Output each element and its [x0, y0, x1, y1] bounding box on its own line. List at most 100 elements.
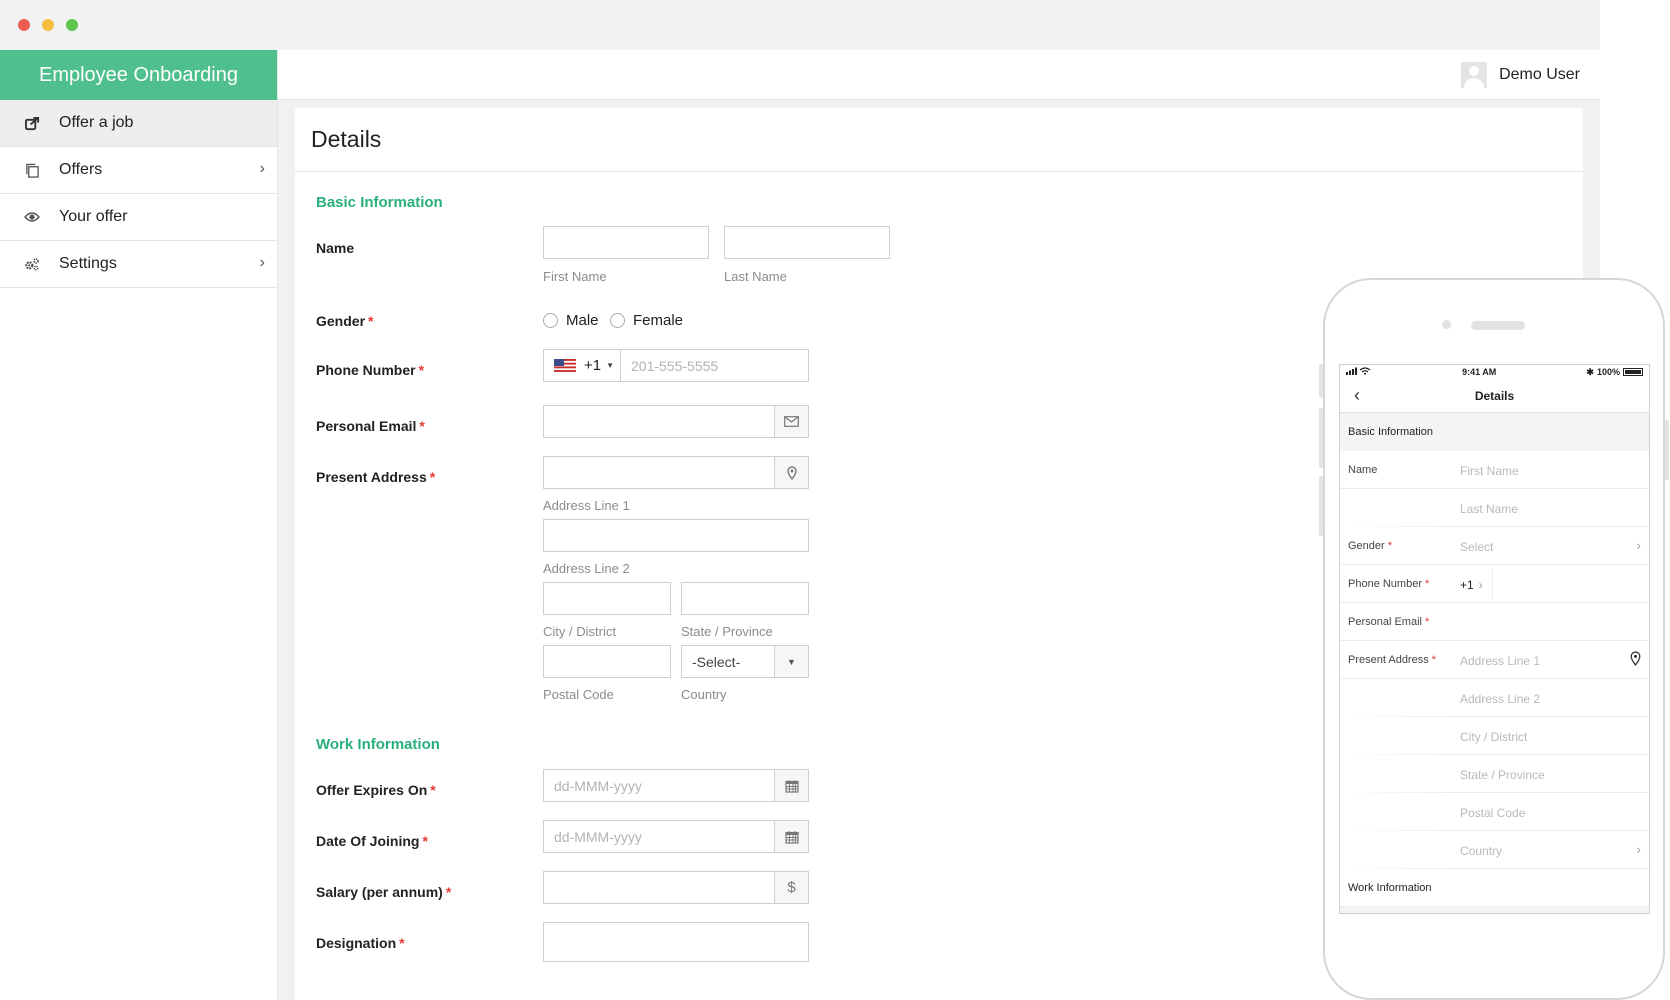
gears-icon: [24, 256, 40, 272]
window-titlebar: [0, 0, 1600, 50]
mobile-city-row[interactable]: City / District: [1340, 717, 1649, 755]
mobile-country-row[interactable]: Country ›: [1340, 831, 1649, 869]
sidebar-item-offer-a-job[interactable]: Offer a job: [0, 100, 277, 147]
mobile-state-row[interactable]: State / Province: [1340, 755, 1649, 793]
country-select-value: -Select-: [692, 654, 741, 670]
battery-status: ✱ 100%: [1586, 367, 1643, 378]
mobile-city-input[interactable]: City / District: [1460, 730, 1527, 744]
phone-input[interactable]: 201-555-5555: [621, 350, 808, 381]
share-icon: [24, 115, 40, 131]
minimize-window-button[interactable]: [42, 19, 54, 31]
gender-female-radio[interactable]: Female: [610, 312, 683, 329]
last-name-input[interactable]: [724, 226, 890, 259]
calendar-icon[interactable]: [774, 770, 808, 801]
designation-input[interactable]: [543, 922, 809, 962]
maximize-window-button[interactable]: [66, 19, 78, 31]
gender-label: Gender *: [316, 313, 374, 329]
mobile-email-row[interactable]: Personal Email *: [1340, 603, 1649, 641]
mobile-address-line-2-input[interactable]: Address Line 2: [1460, 692, 1540, 706]
mobile-postal-input[interactable]: Postal Code: [1460, 806, 1525, 820]
map-pin-icon[interactable]: [1630, 651, 1641, 671]
divider: [1492, 569, 1493, 599]
user-menu[interactable]: Demo User: [1461, 62, 1580, 88]
calendar-icon[interactable]: [774, 821, 808, 852]
state-input[interactable]: [681, 582, 809, 615]
email-input[interactable]: [543, 405, 809, 438]
phone-side-button: [1319, 364, 1323, 398]
mobile-section-work-row: Work Information: [1340, 869, 1649, 907]
sidebar-item-label: Offer a job: [59, 114, 134, 131]
sidebar-item-offers[interactable]: Offers ›: [0, 147, 277, 194]
page-title: Details: [295, 108, 1583, 172]
phone-side-button: [1319, 408, 1323, 468]
phone-camera: [1442, 320, 1451, 329]
dollar-icon: $: [774, 872, 808, 903]
radio-label: Female: [633, 312, 684, 329]
mobile-country-select[interactable]: Country: [1460, 844, 1502, 858]
chevron-right-icon: ›: [259, 254, 265, 271]
mobile-label: Personal Email *: [1348, 616, 1430, 628]
address-line-2-input[interactable]: [543, 519, 809, 552]
envelope-icon: [774, 406, 808, 437]
first-name-hint: First Name: [543, 269, 607, 284]
sidebar-item-your-offer[interactable]: Your offer: [0, 194, 277, 241]
battery-icon: [1622, 368, 1643, 376]
mobile-section-work: Work Information: [1348, 882, 1432, 894]
sidebar-item-label: Settings: [59, 255, 117, 272]
postal-code-hint: Postal Code: [543, 687, 614, 702]
radio-circle: [543, 313, 558, 328]
mobile-gender-row[interactable]: Gender * Select ›: [1340, 527, 1649, 565]
app-title[interactable]: Employee Onboarding: [0, 50, 277, 100]
status-time: 9:41 AM: [1462, 367, 1497, 377]
offer-expires-input[interactable]: dd-MMM-yyyy: [543, 769, 809, 802]
avatar: [1461, 62, 1488, 88]
close-window-button[interactable]: [18, 19, 30, 31]
mobile-last-name-input[interactable]: Last Name: [1460, 502, 1518, 516]
mobile-state-input[interactable]: State / Province: [1460, 768, 1545, 782]
joining-date-input[interactable]: dd-MMM-yyyy: [543, 820, 809, 853]
date-placeholder: dd-MMM-yyyy: [554, 778, 642, 794]
name-label: Name: [316, 240, 355, 256]
phone-field: +1 ▼ 201-555-5555: [543, 349, 809, 382]
section-work-information: Work Information: [316, 736, 440, 753]
back-arrow-icon[interactable]: ‹: [1354, 385, 1360, 406]
address-line-1-input[interactable]: [543, 456, 809, 489]
mobile-address-line-2-row[interactable]: Address Line 2: [1340, 679, 1649, 717]
mobile-name-row[interactable]: Name First Name: [1340, 451, 1649, 489]
mobile-title: Details: [1474, 388, 1515, 403]
phone-side-button: [1319, 476, 1323, 536]
caret-down-icon: ▼: [774, 646, 808, 677]
state-hint: State / Province: [681, 624, 773, 639]
country-code-value: +1: [584, 357, 602, 374]
mobile-postal-row[interactable]: Postal Code: [1340, 793, 1649, 831]
joining-date-label: Date Of Joining *: [316, 833, 428, 849]
phone-speaker: [1471, 321, 1525, 330]
top-header: Demo User: [278, 50, 1600, 100]
address-label: Present Address *: [316, 469, 436, 485]
city-input[interactable]: [543, 582, 671, 615]
email-label: Personal Email *: [316, 418, 425, 434]
mobile-address-row[interactable]: Present Address * Address Line 1: [1340, 641, 1649, 679]
user-name: Demo User: [1499, 66, 1580, 83]
gender-male-radio[interactable]: Male: [543, 312, 599, 329]
mobile-gender-select[interactable]: Select: [1460, 540, 1493, 554]
mobile-label: Name: [1348, 464, 1378, 476]
eye-icon: [24, 209, 40, 225]
country-code-select[interactable]: +1 ▼: [544, 350, 621, 381]
mobile-last-name-row[interactable]: Last Name: [1340, 489, 1649, 527]
mobile-phone-row[interactable]: Phone Number * +1 ›: [1340, 565, 1649, 603]
mobile-address-line-1-input[interactable]: Address Line 1: [1460, 654, 1540, 668]
mobile-section-basic: Basic Information: [1340, 413, 1649, 451]
sidebar-item-settings[interactable]: Settings ›: [0, 241, 277, 288]
first-name-input[interactable]: [543, 226, 709, 259]
mobile-country-code[interactable]: +1 ›: [1460, 578, 1483, 592]
date-placeholder: dd-MMM-yyyy: [554, 829, 642, 845]
postal-code-input[interactable]: [543, 645, 671, 678]
offer-expires-label: Offer Expires On *: [316, 782, 436, 798]
radio-label: Male: [566, 312, 599, 329]
mobile-first-name-input[interactable]: First Name: [1460, 464, 1519, 478]
salary-input[interactable]: $: [543, 871, 809, 904]
country-select[interactable]: -Select- ▼: [681, 645, 809, 678]
caret-down-icon: ▼: [606, 361, 615, 370]
phone-mockup: 9:41 AM ✱ 100% ‹ Details Basic Informati…: [1319, 278, 1669, 1000]
